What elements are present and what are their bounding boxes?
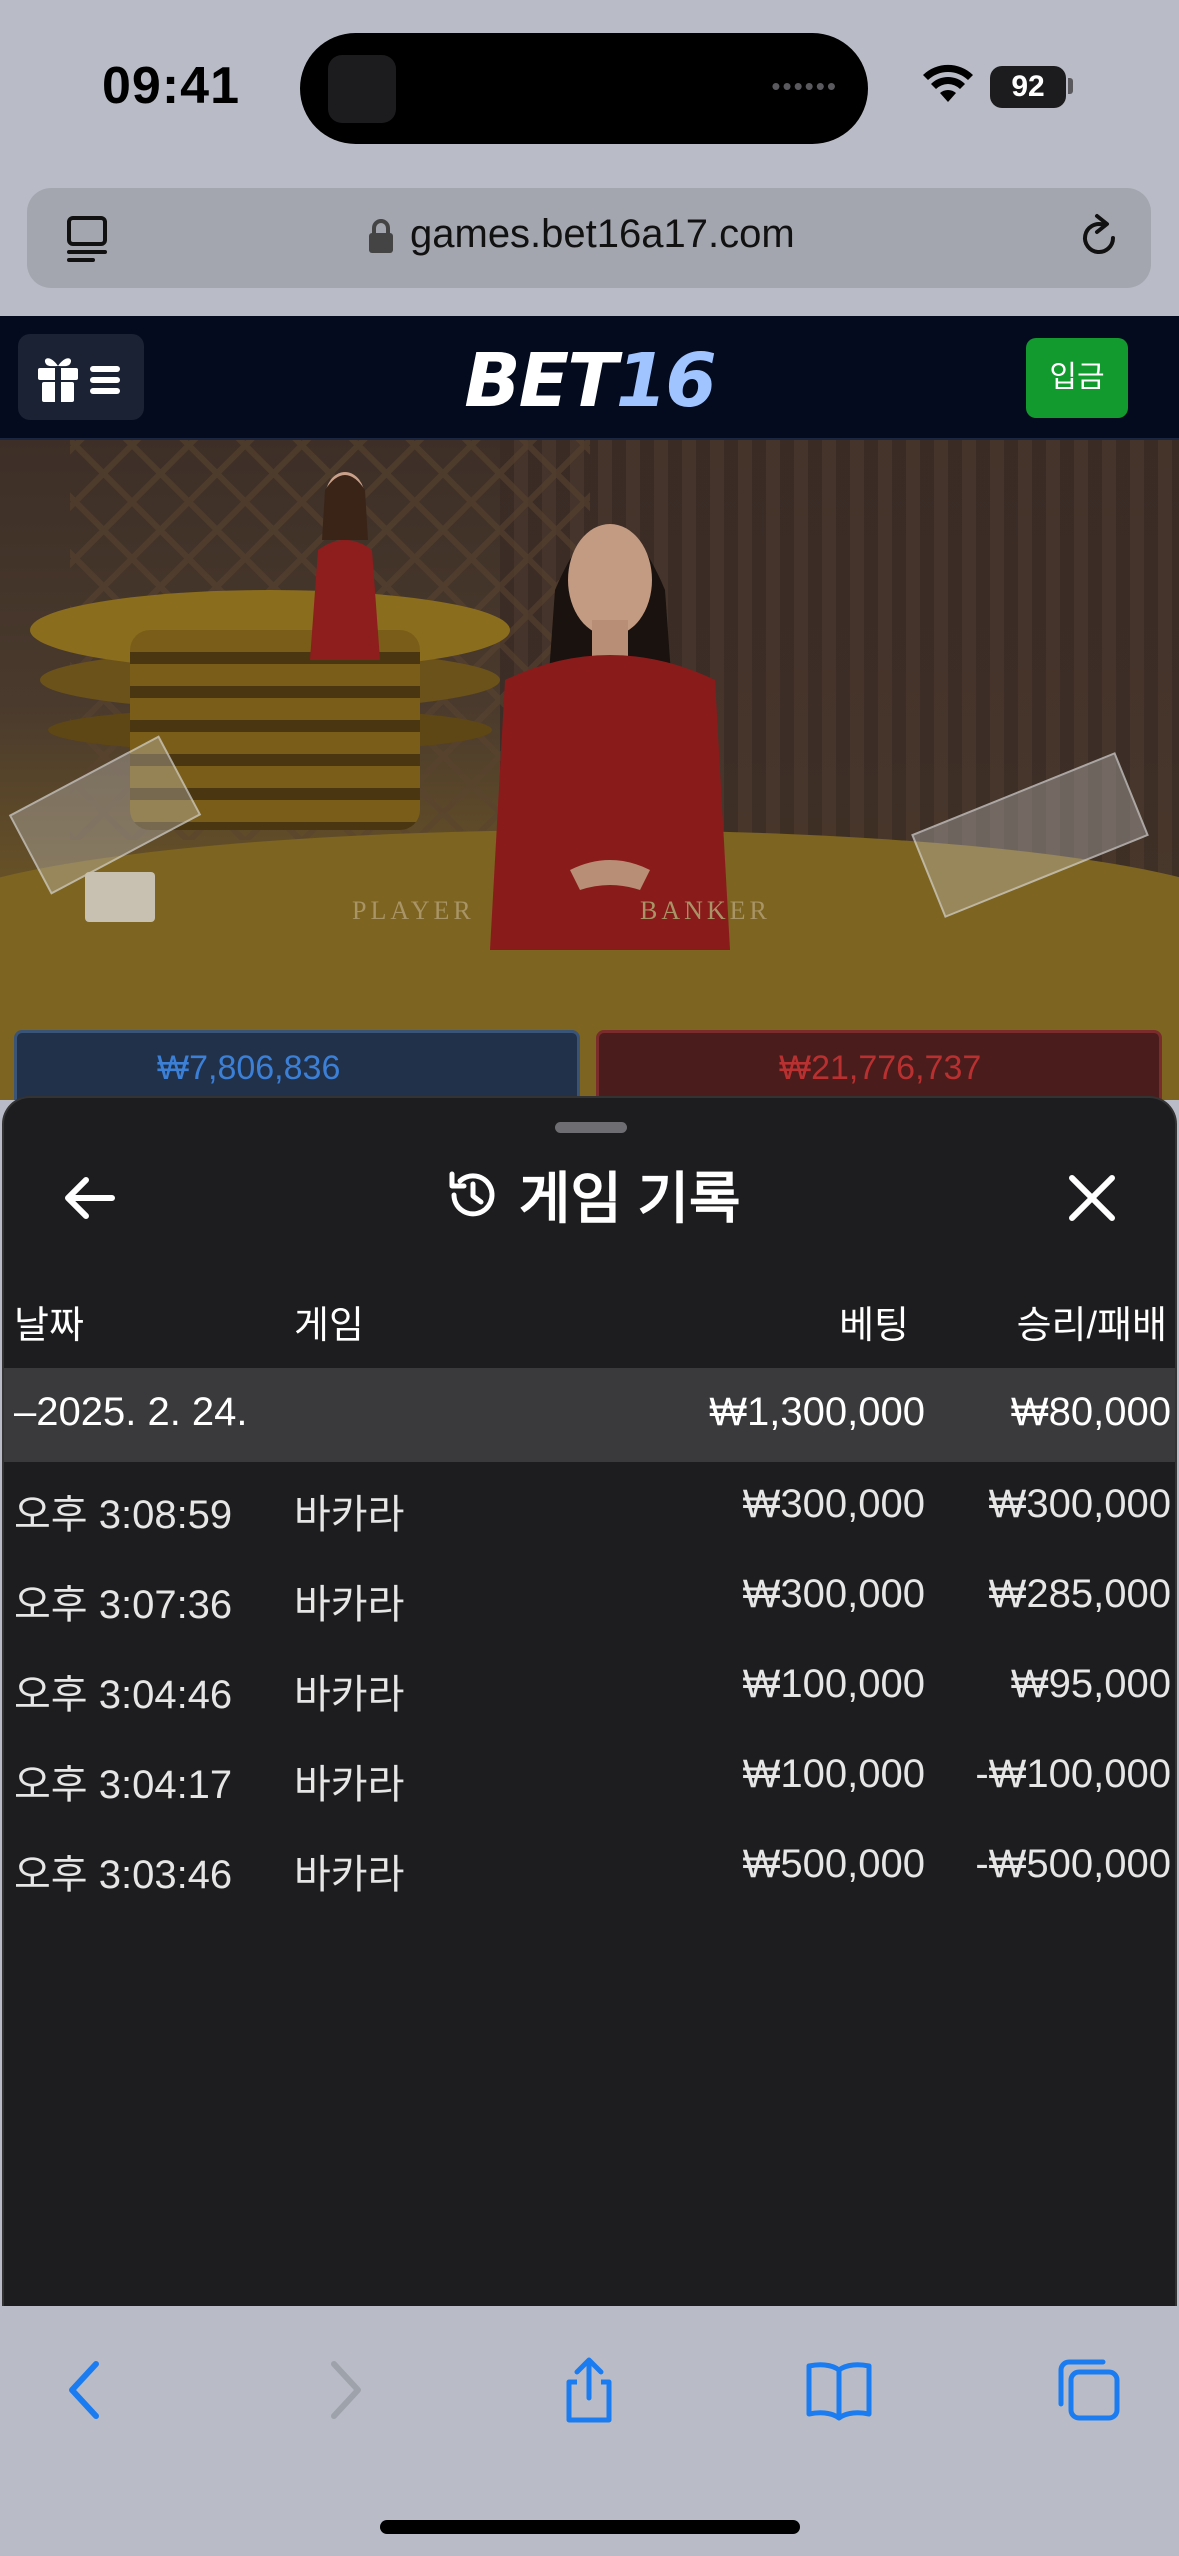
banker-bet-box[interactable]: ₩21,776,737 <box>596 1030 1162 1100</box>
row-time: 오후 3:07:36 <box>14 1583 233 1627</box>
bookmarks-icon[interactable] <box>803 2354 875 2426</box>
column-header-result: 승리/패배 <box>1016 1305 1167 1347</box>
sheet-title: 게임 기록 <box>4 1154 1175 1234</box>
table-row[interactable]: 오후 3:04:46 바카라 ₩100,000 ₩95,000 <box>4 1642 1175 1732</box>
row-result: ₩285,000 <box>988 1572 1171 1616</box>
column-header-bet: 베팅 <box>839 1305 909 1347</box>
battery-nub <box>1068 78 1073 94</box>
table-row[interactable]: 오후 3:04:17 바카라 ₩100,000 -₩100,000 <box>4 1732 1175 1822</box>
banker-bet-amount: ₩21,776,737 <box>779 1049 982 1087</box>
group-result-total: ₩80,000 <box>1010 1390 1171 1434</box>
row-result: -₩100,000 <box>975 1752 1171 1796</box>
reload-icon[interactable] <box>1073 212 1125 264</box>
row-game: 바카라 <box>294 1763 405 1807</box>
background-dealer <box>310 472 380 660</box>
back-icon[interactable] <box>52 2354 124 2426</box>
browser-toolbar <box>0 2306 1179 2556</box>
tabs-overview-icon[interactable] <box>1053 2354 1125 2426</box>
sheet-grabber[interactable] <box>555 1122 627 1133</box>
row-time: 오후 3:04:17 <box>14 1763 233 1807</box>
close-icon[interactable] <box>1064 1170 1120 1226</box>
status-bar: 09:41 •••••• 92 <box>0 0 1179 180</box>
row-result: ₩300,000 <box>988 1482 1171 1526</box>
column-header-game: 게임 <box>294 1305 364 1347</box>
row-bet: ₩500,000 <box>742 1842 925 1886</box>
row-result: -₩500,000 <box>975 1842 1171 1886</box>
card-stack <box>85 872 155 922</box>
row-game: 바카라 <box>294 1493 405 1537</box>
camera-icon <box>328 55 396 123</box>
row-bet: ₩100,000 <box>742 1662 925 1706</box>
row-bet: ₩300,000 <box>742 1482 925 1526</box>
row-result: ₩95,000 <box>1010 1662 1171 1706</box>
felt-banker-label: BANKER <box>640 896 771 925</box>
deposit-button[interactable]: 입금 <box>1026 338 1128 418</box>
logo-text-16: 16 <box>615 338 717 424</box>
history-icon <box>449 1171 495 1216</box>
table-row[interactable]: 오후 3:03:46 바카라 ₩500,000 -₩500,000 <box>4 1822 1175 1912</box>
live-game-video: PLAYER BANKER ₩7,806,836 ₩21,776,737 <box>0 440 1179 1100</box>
site-header: BET16 입금 <box>0 316 1179 440</box>
wifi-icon <box>923 64 973 102</box>
player-bet-amount: ₩7,806,836 <box>157 1049 341 1087</box>
row-bet: ₩100,000 <box>742 1752 925 1796</box>
activity-dots-icon: •••••• <box>771 71 838 101</box>
table-row[interactable]: 오후 3:07:36 바카라 ₩300,000 ₩285,000 <box>4 1552 1175 1642</box>
dealer <box>490 524 730 950</box>
share-icon[interactable] <box>553 2354 625 2426</box>
row-time: 오후 3:04:46 <box>14 1673 233 1717</box>
date-group-row[interactable]: –2025. 2. 24. ₩1,300,000 ₩80,000 <box>4 1368 1175 1462</box>
row-time: 오후 3:03:46 <box>14 1853 233 1897</box>
game-history-sheet: 게임 기록 날짜 게임 베팅 승리/패배 –2025. 2. 24. ₩1,30… <box>2 1096 1177 2306</box>
dynamic-island: •••••• <box>300 33 868 144</box>
row-time: 오후 3:08:59 <box>14 1493 233 1537</box>
player-bet-box[interactable]: ₩7,806,836 <box>14 1030 580 1100</box>
table-row[interactable]: 오후 3:08:59 바카라 ₩300,000 ₩300,000 <box>4 1462 1175 1552</box>
group-bet-total: ₩1,300,000 <box>709 1390 925 1434</box>
felt-player-label: PLAYER <box>352 896 475 925</box>
status-time: 09:41 <box>102 57 240 115</box>
forward-icon[interactable] <box>306 2354 378 2426</box>
row-game: 바카라 <box>294 1853 405 1897</box>
row-game: 바카라 <box>294 1673 405 1717</box>
row-bet: ₩300,000 <box>742 1572 925 1616</box>
address-bar[interactable]: games.bet16a17.com <box>27 188 1151 288</box>
group-date: –2025. 2. 24. <box>14 1390 248 1434</box>
url-text[interactable]: games.bet16a17.com <box>410 212 795 257</box>
lock-icon <box>369 219 393 253</box>
logo-text-bet: BET <box>464 338 617 424</box>
column-header-date: 날짜 <box>14 1305 84 1347</box>
site-logo[interactable]: BET16 <box>0 338 1179 424</box>
tabs-icon[interactable] <box>63 212 115 264</box>
title-text: 게임 기록 <box>518 1167 741 1230</box>
battery-icon: 92 <box>990 66 1066 108</box>
home-indicator[interactable] <box>380 2520 800 2534</box>
row-game: 바카라 <box>294 1583 405 1627</box>
